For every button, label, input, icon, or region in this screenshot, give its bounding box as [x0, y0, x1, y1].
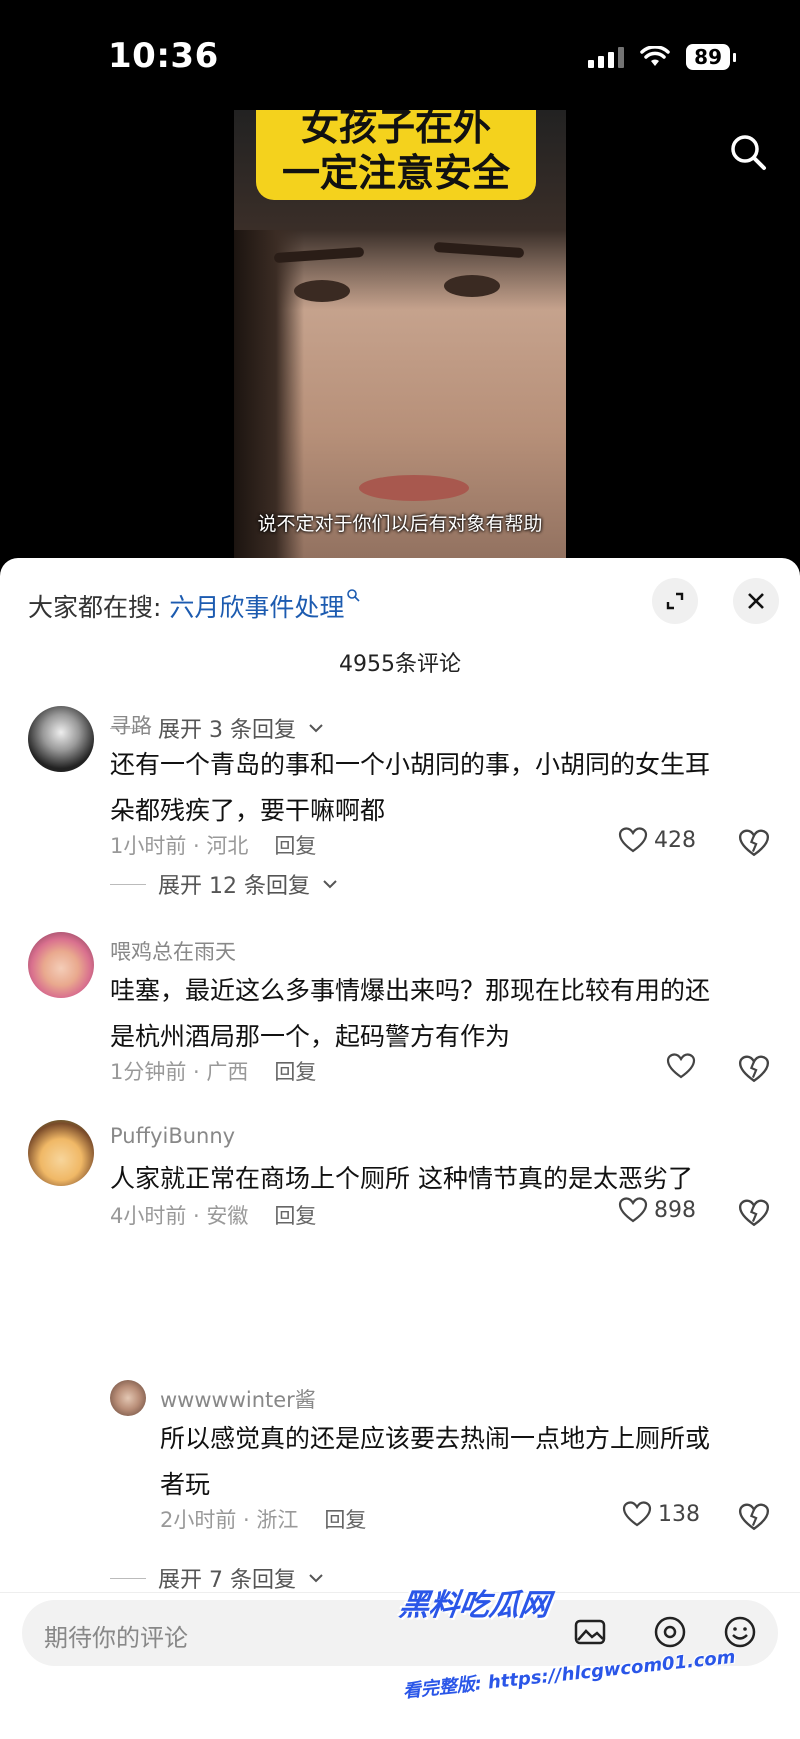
comment-meta: 1分钟前 · 广西 回复 [110, 1056, 316, 1086]
video-subtitle: 说不定对于你们以后有对象有帮助 [257, 513, 543, 535]
close-icon [748, 593, 764, 609]
reply-button[interactable]: 回复 [274, 1204, 316, 1228]
expand-replies[interactable]: 展开 7 条回复 [110, 1562, 324, 1594]
like-count: 428 [654, 827, 696, 853]
comment-input-placeholder: 期待你的评论 [44, 1624, 188, 1652]
reply-text-line: 所以感觉真的还是应该要去热闹一点地方上厕所或 [160, 1424, 711, 1453]
avatar[interactable] [28, 1120, 94, 1186]
search-icon[interactable] [728, 132, 768, 172]
comment-text: 还有一个青岛的事和一个小胡同的事，小胡同的女生耳 朵都残疾了，要干嘛啊都 [110, 742, 710, 834]
small-search-icon [347, 589, 360, 602]
avatar[interactable] [28, 932, 94, 998]
like-button[interactable]: 898 [618, 1196, 696, 1224]
broken-heart-icon[interactable] [738, 828, 770, 858]
reply-text: 所以感觉真的还是应该要去热闹一点地方上厕所或 者玩 [160, 1416, 710, 1508]
chevron-down-icon [309, 1574, 323, 1583]
expand-sheet-button[interactable] [652, 578, 698, 624]
trending-search[interactable]: 大家都在搜: 六月欣事件处理 [28, 588, 360, 624]
comment-meta: 1小时前 · 河北 回复 [110, 830, 316, 860]
chevron-down-icon [323, 880, 337, 889]
comment-text: 人家就正常在商场上个厕所 这种情节真的是太恶劣了 [110, 1156, 693, 1202]
trending-label: 大家都在搜: [28, 593, 170, 622]
avatar[interactable] [28, 706, 94, 772]
chevron-down-icon [309, 724, 323, 733]
comment-sheet: 大家都在搜: 六月欣事件处理 4955条评论 展开 3 条回复 寻路 还有一个青… [0, 558, 800, 1739]
reply-time-location: 2小时前 · 浙江 [160, 1508, 299, 1532]
image-icon[interactable] [572, 1614, 608, 1650]
like-button[interactable] [666, 1052, 702, 1080]
reply-meta: 2小时前 · 浙江 回复 [160, 1504, 366, 1534]
reply-button[interactable]: 回复 [274, 1060, 316, 1084]
video-overlay-title: 女孩子在外 一定注意安全 [281, 110, 510, 195]
comment-username[interactable]: 寻路 [110, 710, 152, 740]
broken-heart-icon[interactable] [738, 1054, 770, 1084]
comment-text-line: 哇塞，最近这么多事情爆出来吗？那现在比较有用的还 [110, 976, 711, 1005]
comment-text-line: 人家就正常在商场上个厕所 这种情节真的是太恶劣了 [110, 1164, 693, 1193]
comment-time-location: 1分钟前 · 广西 [110, 1060, 249, 1084]
like-count: 138 [658, 1501, 700, 1527]
comment-count: 4955条评论 [339, 652, 461, 677]
heart-icon [666, 1053, 696, 1079]
close-button[interactable] [733, 578, 779, 624]
comment-text: 哇塞，最近这么多事情爆出来吗？那现在比较有用的还 是杭州酒局那一个，起码警方有作… [110, 968, 710, 1060]
expand-replies-label: 展开 12 条回复 [158, 874, 310, 899]
divider [110, 1577, 146, 1579]
video-frame-eye [444, 275, 500, 297]
wifi-icon [640, 46, 670, 66]
like-button[interactable]: 428 [618, 826, 696, 854]
mention-icon[interactable] [652, 1614, 688, 1650]
status-time: 10:36 [108, 36, 219, 76]
status-icons: 89 [588, 44, 736, 70]
broken-heart-icon[interactable] [738, 1502, 770, 1532]
comment-time-location: 1小时前 · 河北 [110, 834, 249, 858]
avatar[interactable] [110, 1380, 146, 1416]
watermark-logo: 黑料吃瓜网 [397, 1588, 552, 1623]
trending-link[interactable]: 六月欣事件处理 [169, 593, 344, 622]
comment-meta: 4小时前 · 安徽 回复 [110, 1200, 316, 1230]
expand-replies[interactable]: 展开 12 条回复 [110, 868, 338, 900]
status-bar: 10:36 89 [0, 0, 800, 110]
comment-time-location: 4小时前 · 安徽 [110, 1204, 249, 1228]
reply-button[interactable]: 回复 [274, 834, 316, 858]
expand-replies-label: 展开 3 条回复 [158, 718, 296, 743]
heart-icon [618, 1197, 648, 1223]
video-frame-eye [294, 280, 350, 302]
battery-indicator: 89 [686, 44, 736, 70]
heart-icon [618, 827, 648, 853]
broken-heart-icon[interactable] [738, 1198, 770, 1228]
like-count: 898 [654, 1197, 696, 1223]
heart-icon [622, 1501, 652, 1527]
divider [110, 883, 146, 885]
comment-username[interactable]: 喂鸡总在雨天 [110, 936, 236, 966]
comment-text-line: 是杭州酒局那一个，起码警方有作为 [110, 1022, 511, 1051]
comment-text-line: 还有一个青岛的事和一个小胡同的事，小胡同的女生耳 [110, 750, 711, 779]
cellular-signal-icon [588, 46, 625, 68]
reply-username[interactable]: wwwwwinter酱 [160, 1384, 316, 1414]
expand-replies-label: 展开 7 条回复 [158, 1568, 296, 1593]
expand-icon [666, 592, 684, 610]
comment-username[interactable]: PuffyiBunny [110, 1124, 235, 1148]
video-player[interactable]: 女孩子在外 一定注意安全 说不定对于你们以后有对象有帮助 [234, 110, 566, 570]
video-frame-mouth [359, 475, 469, 501]
like-button[interactable]: 138 [622, 1500, 700, 1528]
reply-button[interactable]: 回复 [324, 1508, 366, 1532]
divider [0, 1592, 800, 1593]
